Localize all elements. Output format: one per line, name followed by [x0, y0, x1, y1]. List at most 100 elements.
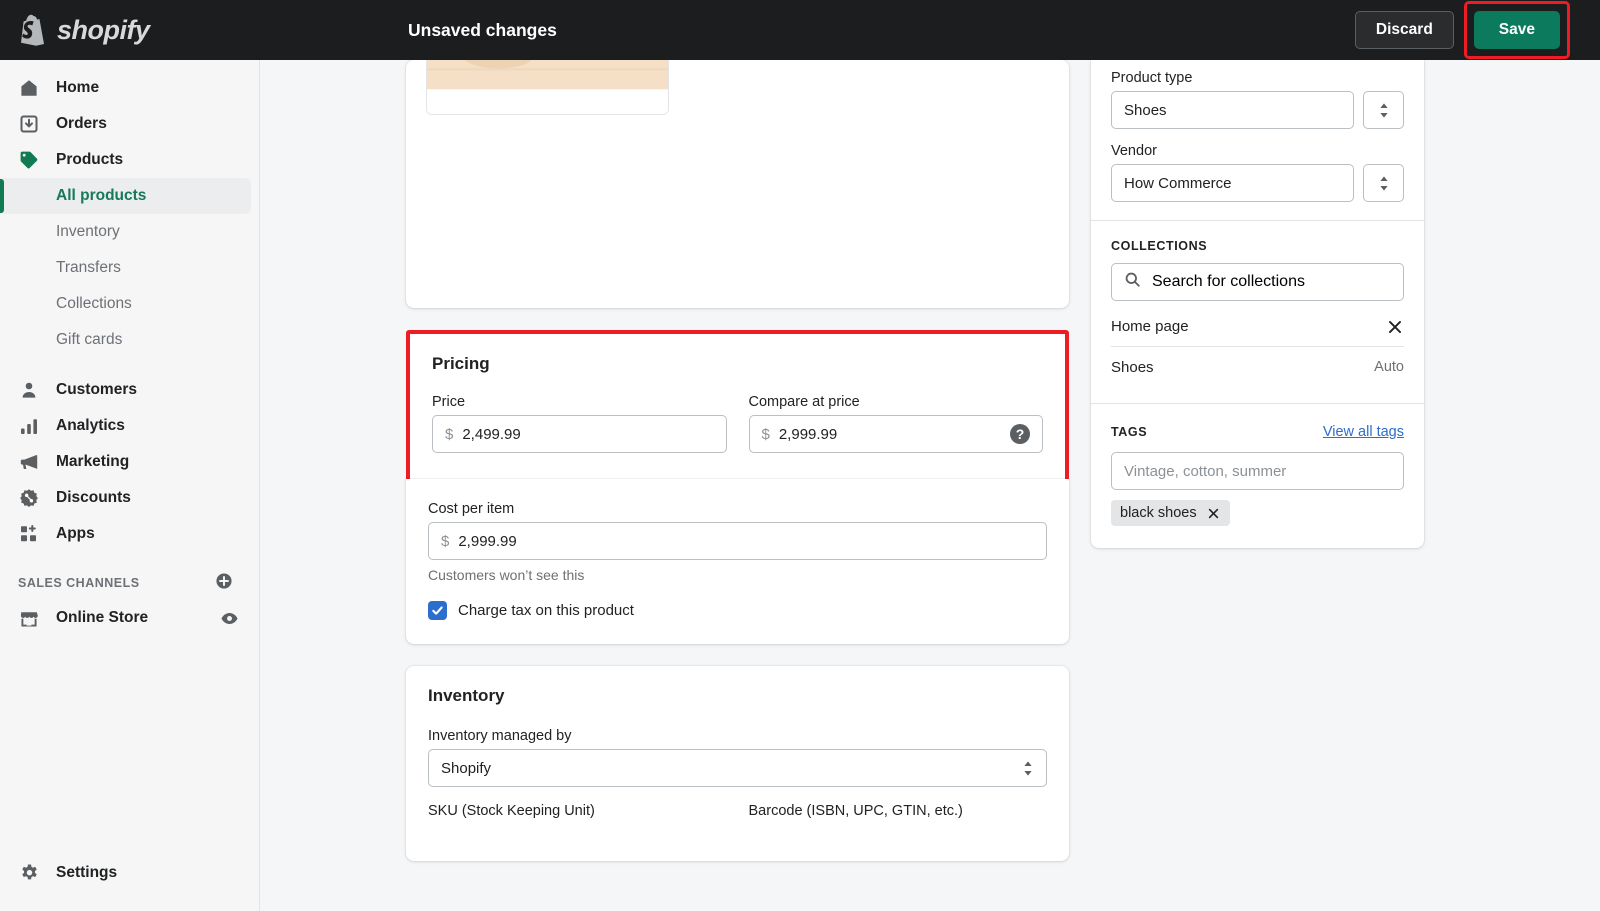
sku-label: SKU (Stock Keeping Unit): [428, 803, 595, 819]
sidebar-label-apps: Apps: [56, 525, 95, 542]
remove-tag-icon[interactable]: [1206, 506, 1221, 521]
collections-search-input[interactable]: Search for collections: [1111, 263, 1404, 301]
sidebar-item-gift-cards[interactable]: Gift cards: [0, 322, 251, 358]
sidebar-label-analytics: Analytics: [56, 417, 125, 434]
media-card: Add media or drop files to upload: [406, 60, 1069, 308]
sidebar-label-settings: Settings: [56, 864, 118, 881]
price-fields-row: Price $ 2,499.99 Compare at price $ 2,99…: [432, 394, 1043, 453]
sidebar-label-online-store: Online Store: [56, 609, 149, 626]
vendor-label: Vendor: [1111, 143, 1157, 159]
pricing-card: Pricing Price $ 2,499.99 Compare at pric: [410, 334, 1065, 479]
sidebar-item-orders[interactable]: Orders: [0, 106, 251, 142]
charge-tax-checkbox[interactable]: [428, 601, 447, 620]
collections-section: COLLECTIONS Search for collections Home …: [1091, 221, 1424, 403]
content-area: Add media or drop files to upload Pricin…: [260, 60, 1600, 911]
marketing-megaphone-icon: [18, 451, 40, 473]
product-image-thumbnail[interactable]: [426, 60, 669, 115]
sidebar-item-transfers[interactable]: Transfers: [0, 250, 251, 286]
save-button[interactable]: Save: [1473, 11, 1560, 49]
sidebar-label-transfers: Transfers: [56, 259, 121, 276]
sidebar-item-discounts[interactable]: Discounts: [0, 480, 251, 516]
collection-auto-badge: Auto: [1374, 359, 1404, 375]
compare-at-price-value: 2,999.99: [778, 425, 838, 443]
remove-collection-icon[interactable]: [1386, 318, 1404, 336]
vendor-stepper-button[interactable]: [1363, 164, 1404, 202]
analytics-bars-icon: [18, 415, 40, 437]
pricing-card-highlight: Pricing Price $ 2,499.99 Compare at pric: [406, 330, 1069, 483]
sidebar-item-home[interactable]: Home: [0, 70, 251, 106]
sidebar-label-customers: Customers: [56, 381, 137, 398]
discounts-badge-icon: [18, 487, 40, 509]
storefront-icon: [18, 607, 40, 629]
sidebar-item-online-store[interactable]: Online Store: [0, 600, 251, 636]
shopify-bag-icon: [18, 14, 48, 47]
inventory-title: Inventory: [428, 686, 505, 705]
product-type-row: Shoes: [1111, 91, 1404, 129]
sku-barcode-row: SKU (Stock Keeping Unit) Barcode (ISBN, …: [428, 803, 1047, 824]
sidebar-item-settings[interactable]: Settings: [0, 855, 260, 891]
collections-search-placeholder: Search for collections: [1152, 273, 1305, 290]
cost-per-item-label: Cost per item: [428, 501, 515, 517]
collections-title: COLLECTIONS: [1111, 239, 1208, 253]
charge-tax-checkbox-row[interactable]: Charge tax on this product: [428, 601, 1047, 620]
add-sales-channel-icon[interactable]: [215, 572, 233, 595]
discard-button[interactable]: Discard: [1354, 11, 1454, 49]
chevron-updown-icon: [1022, 760, 1034, 777]
sidebar-label-products: Products: [56, 151, 124, 168]
sidebar-label-orders: Orders: [56, 115, 107, 132]
sidebar-label-marketing: Marketing: [56, 453, 130, 470]
chevron-updown-icon: [1379, 102, 1388, 118]
vendor-input[interactable]: How Commerce: [1111, 164, 1354, 202]
collection-row-shoes: Shoes Auto: [1111, 347, 1404, 387]
pricing-cost-card: Cost per item $ 2,999.99 Customers won’t…: [406, 479, 1069, 644]
sidebar-label-home: Home: [56, 79, 100, 96]
sidebar-item-customers[interactable]: Customers: [0, 372, 251, 408]
collection-row-home-page: Home page: [1111, 307, 1404, 347]
cost-per-item-input[interactable]: $ 2,999.99: [428, 522, 1047, 560]
shopify-logo[interactable]: shopify: [0, 0, 260, 60]
home-icon: [18, 77, 40, 99]
primary-nav: Home Orders Products All products Invent…: [0, 60, 259, 636]
sales-channels-header: SALES CHANNELS: [0, 566, 259, 600]
help-icon[interactable]: ?: [1010, 424, 1030, 444]
view-all-tags-link[interactable]: View all tags: [1323, 424, 1404, 440]
compare-at-price-field-group: Compare at price $ 2,999.99 ?: [748, 394, 1043, 453]
product-type-input[interactable]: Shoes: [1111, 91, 1354, 129]
sidebar-label-discounts: Discounts: [56, 489, 131, 506]
sidebar-item-collections[interactable]: Collections: [0, 286, 251, 322]
black-dress-shoes-photo: [427, 60, 668, 114]
price-input[interactable]: $ 2,499.99: [432, 415, 727, 453]
organization-section: Product type Shoes Vendor How Commerce: [1091, 60, 1424, 220]
inventory-managed-by-value: Shopify: [441, 759, 492, 777]
barcode-label: Barcode (ISBN, UPC, GTIN, etc.): [748, 803, 963, 819]
price-value: 2,499.99: [462, 425, 521, 443]
apps-grid-plus-icon: [18, 523, 40, 545]
product-type-stepper-button[interactable]: [1363, 91, 1404, 129]
compare-at-price-label: Compare at price: [748, 394, 860, 410]
sidebar-item-inventory[interactable]: Inventory: [0, 214, 251, 250]
collection-name: Shoes: [1111, 358, 1154, 376]
sidebar-item-marketing[interactable]: Marketing: [0, 444, 251, 480]
sidebar-label-collections: Collections: [56, 295, 132, 312]
sidebar-item-apps[interactable]: Apps: [0, 516, 251, 552]
sidebar-item-products[interactable]: Products: [0, 142, 251, 178]
orders-inbox-icon: [18, 113, 40, 135]
nav-spacer-2: [0, 552, 259, 566]
price-currency-prefix: $: [445, 425, 454, 443]
sidebar-item-all-products[interactable]: All products: [0, 178, 251, 214]
media-row: Add media or drop files to upload: [426, 60, 1049, 115]
sidebar-item-analytics[interactable]: Analytics: [0, 408, 251, 444]
customer-person-icon: [18, 379, 40, 401]
price-label: Price: [432, 394, 466, 410]
left-sidebar: Home Orders Products All products Invent…: [0, 60, 260, 911]
inventory-managed-by-select[interactable]: Shopify: [428, 749, 1047, 787]
compare-at-price-input[interactable]: $ 2,999.99 ?: [748, 415, 1043, 453]
tags-input[interactable]: Vintage, cotton, summer: [1111, 452, 1404, 490]
preview-store-eye-icon[interactable]: [220, 609, 239, 628]
compare-at-currency-prefix: $: [761, 425, 770, 443]
unsaved-changes-title: Unsaved changes: [408, 19, 557, 40]
gear-icon: [18, 862, 40, 884]
collection-name: Home page: [1111, 318, 1189, 335]
price-field-group: Price $ 2,499.99: [432, 394, 727, 453]
